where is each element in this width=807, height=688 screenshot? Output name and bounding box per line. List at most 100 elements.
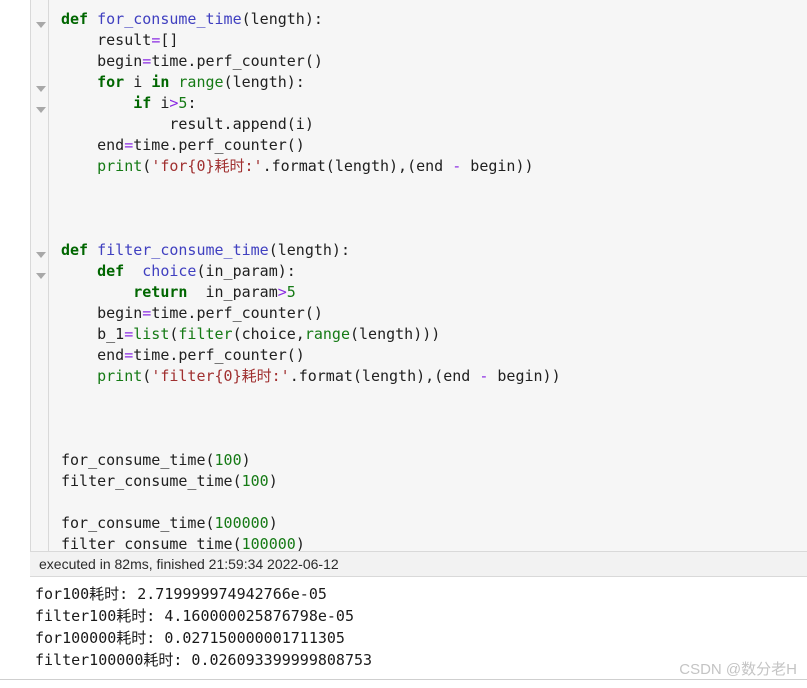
code-line[interactable] xyxy=(61,429,807,450)
code-line[interactable]: print('for{0}耗时:'.format(length),(end - … xyxy=(61,156,807,177)
code-line[interactable]: begin=time.perf_counter() xyxy=(61,51,807,72)
code-token: = xyxy=(142,52,152,70)
code-token: 'filter{0}耗时:' xyxy=(151,367,290,385)
execution-status-bar: executed in 82ms, finished 21:59:34 2022… xyxy=(30,551,807,577)
code-line[interactable]: def for_consume_time(length): xyxy=(61,9,807,30)
code-editor[interactable]: def for_consume_time(length): result=[] … xyxy=(50,0,807,551)
code-token: ) xyxy=(268,472,278,490)
code-token: b_1 xyxy=(61,325,125,343)
code-token: result.append(i) xyxy=(61,115,314,133)
code-line[interactable]: print('filter{0}耗时:'.format(length),(end… xyxy=(61,366,807,387)
code-token: def xyxy=(61,10,89,28)
code-token: ( xyxy=(142,157,152,175)
code-line[interactable]: def choice(in_param): xyxy=(61,261,807,282)
code-token: range xyxy=(304,325,350,343)
code-line[interactable] xyxy=(61,198,807,219)
code-line[interactable]: end=time.perf_counter() xyxy=(61,135,807,156)
code-token: = xyxy=(124,346,134,364)
code-token: (length))) xyxy=(350,325,441,343)
code-token: 'for{0}耗时:' xyxy=(151,157,263,175)
code-token: = xyxy=(124,325,134,343)
bottom-divider xyxy=(0,679,807,680)
code-token: list xyxy=(133,325,170,343)
code-token: begin)) xyxy=(488,367,561,385)
code-token: 100000 xyxy=(214,514,269,532)
code-line[interactable]: result.append(i) xyxy=(61,114,807,135)
code-token: i xyxy=(151,94,170,112)
code-token: def xyxy=(61,241,89,259)
code-line[interactable] xyxy=(61,219,807,240)
fold-marker-for-loop[interactable] xyxy=(36,86,46,92)
code-token: in xyxy=(151,73,170,91)
fold-marker-def-choice[interactable] xyxy=(36,273,46,279)
code-line[interactable]: return in_param>5 xyxy=(61,282,807,303)
code-token: begin xyxy=(61,52,143,70)
code-token: time.perf_counter() xyxy=(133,136,305,154)
code-token: filter_consume_time xyxy=(97,241,269,259)
code-token: = xyxy=(124,136,134,154)
code-token: 100 xyxy=(214,451,242,469)
output-line: for100耗时: 2.719999974942766e-05 xyxy=(35,585,327,603)
code-line[interactable]: begin=time.perf_counter() xyxy=(61,303,807,324)
code-token: (length): xyxy=(241,10,323,28)
fold-marker-def-filter-consume-time[interactable] xyxy=(36,252,46,258)
code-token: ) xyxy=(241,451,251,469)
code-token: time.perf_counter() xyxy=(151,304,323,322)
fold-marker-def-for-consume-time[interactable] xyxy=(36,22,46,28)
code-line[interactable] xyxy=(61,177,807,198)
code-line[interactable] xyxy=(61,492,807,513)
code-token: (length): xyxy=(223,73,305,91)
code-line[interactable]: for_consume_time(100000) xyxy=(61,513,807,534)
code-token: return xyxy=(133,283,188,301)
code-token: : xyxy=(187,94,197,112)
code-line[interactable]: b_1=list(filter(choice,range(length))) xyxy=(61,324,807,345)
code-token: ) xyxy=(295,535,305,551)
code-line[interactable]: filter_consume_time(100) xyxy=(61,471,807,492)
code-token: (length): xyxy=(268,241,350,259)
code-token: print xyxy=(97,157,143,175)
code-token: 5 xyxy=(286,283,296,301)
code-token: = xyxy=(151,31,161,49)
code-line[interactable]: result=[] xyxy=(61,30,807,51)
code-token: i xyxy=(124,73,152,91)
code-token: filter xyxy=(178,325,233,343)
code-token: in_param xyxy=(187,283,278,301)
code-token: for_consume_time( xyxy=(61,514,215,532)
code-line[interactable] xyxy=(61,408,807,429)
code-token: def xyxy=(97,262,125,280)
code-token: if xyxy=(133,94,152,112)
code-line[interactable]: for_consume_time(100) xyxy=(61,450,807,471)
code-token: end xyxy=(61,346,125,364)
code-token: print xyxy=(97,367,143,385)
code-token: 100 xyxy=(241,472,269,490)
code-line[interactable]: if i>5: xyxy=(61,93,807,114)
code-token: for_consume_time xyxy=(97,10,242,28)
code-token: 100000 xyxy=(241,535,296,551)
code-line[interactable]: for i in range(length): xyxy=(61,72,807,93)
code-token: filter_consume_time( xyxy=(61,535,242,551)
code-line[interactable] xyxy=(61,387,807,408)
code-token: filter_consume_time( xyxy=(61,472,242,490)
code-cell[interactable]: def for_consume_time(length): result=[] … xyxy=(30,0,807,551)
code-token: = xyxy=(142,304,152,322)
code-token: ( xyxy=(142,367,152,385)
csdn-watermark: CSDN @数分老H xyxy=(679,661,797,678)
code-line[interactable]: filter_consume_time(100000) xyxy=(61,534,807,551)
code-token: .format(length),(end xyxy=(262,157,453,175)
code-fold-gutter[interactable] xyxy=(31,0,49,551)
code-token: range xyxy=(178,73,224,91)
fold-marker-if-block[interactable] xyxy=(36,107,46,113)
code-token: (choice, xyxy=(232,325,305,343)
code-token: end xyxy=(61,136,125,154)
code-line[interactable]: def filter_consume_time(length): xyxy=(61,240,807,261)
code-line[interactable]: end=time.perf_counter() xyxy=(61,345,807,366)
